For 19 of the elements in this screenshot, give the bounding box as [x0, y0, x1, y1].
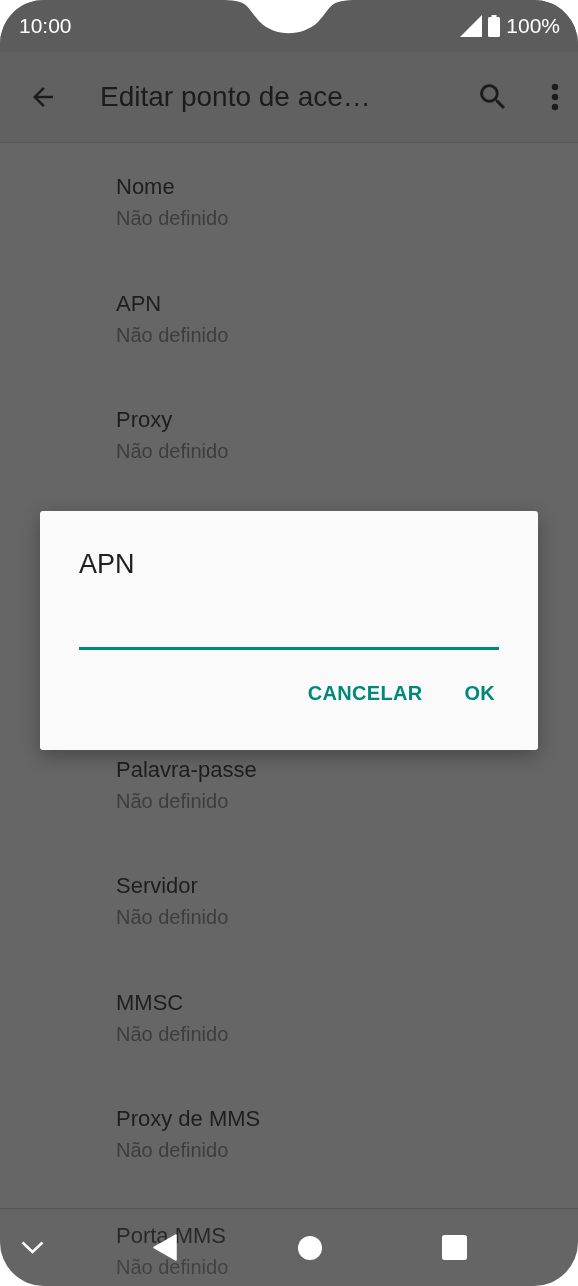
setting-title[interactable]: MMSC: [116, 987, 184, 1018]
ok-button[interactable]: OK: [452, 672, 507, 715]
signal-icon: [460, 15, 483, 37]
more-options-icon[interactable]: [550, 83, 560, 111]
battery-icon: [488, 15, 501, 37]
setting-title[interactable]: Proxy de MMS: [116, 1104, 261, 1134]
setting-title[interactable]: Porta MMS: [116, 1220, 227, 1251]
setting-title[interactable]: Proxy: [116, 405, 173, 435]
setting-title[interactable]: Servidor: [116, 871, 198, 901]
screen-title: Editar ponto de ace…: [100, 81, 372, 113]
cancel-button[interactable]: CANCELAR: [295, 672, 435, 715]
setting-title[interactable]: APN: [116, 288, 162, 319]
status-time: 10:00: [19, 14, 72, 38]
setting-title[interactable]: Nome: [116, 172, 175, 202]
setting-title[interactable]: Palavra-passe: [116, 754, 257, 785]
chevron-down-icon[interactable]: [21, 1240, 44, 1255]
dialog-title: APN: [79, 548, 135, 581]
battery-percentage: 100%: [506, 14, 560, 38]
home-circle-icon[interactable]: [298, 1235, 322, 1260]
